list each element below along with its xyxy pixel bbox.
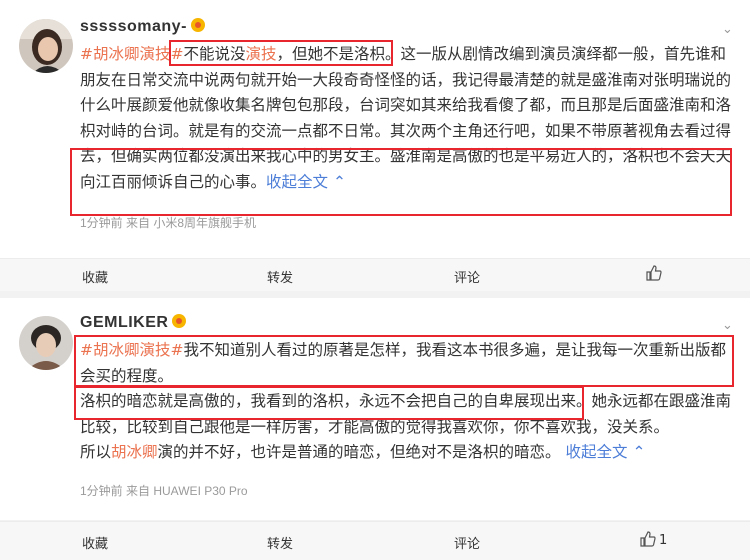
action-bar: 收藏 转发 评论 1 [0, 521, 750, 560]
repost-button[interactable]: 转发 [267, 533, 293, 552]
post-meta: 1分钟前 来自 小米8周年旗舰手机 [80, 216, 257, 230]
avatar[interactable] [19, 19, 73, 73]
topic-tag[interactable]: #胡冰卿演技# [80, 341, 183, 359]
comment-button[interactable]: 评论 [454, 533, 480, 552]
collect-button[interactable]: 收藏 [82, 533, 108, 552]
keyword-link[interactable]: 胡冰卿 [111, 443, 158, 461]
like-button[interactable] [646, 265, 662, 282]
thumbs-up-icon [640, 531, 656, 547]
action-bar: 收藏 转发 评论 [0, 258, 750, 291]
chevron-down-icon[interactable]: ⌄ [722, 22, 733, 37]
post-meta: 1分钟前 来自 HUAWEI P30 Pro [80, 484, 248, 498]
collapse-link[interactable]: 收起全文 ⌃ [266, 173, 346, 191]
avatar-photo [19, 19, 73, 73]
avatar[interactable] [19, 316, 73, 370]
chevron-up-icon: ⌃ [332, 172, 346, 191]
like-count: 1 [659, 533, 668, 548]
thumbs-up-icon [646, 265, 662, 281]
collapse-link[interactable]: 收起全文 ⌃ [565, 443, 645, 461]
weibo-post-1: sssssomany- ⌄ #胡冰卿演技#不能说没演技，但她不是洛枳。这一版从剧… [0, 0, 750, 258]
vip-badge-icon [190, 18, 205, 32]
post-text: #胡冰卿演技#我不知道别人看过的原著是怎样，我看这本书很多遍，是让我每一次重新出… [80, 341, 732, 461]
repost-button[interactable]: 转发 [267, 267, 293, 286]
collect-button[interactable]: 收藏 [82, 267, 108, 286]
avatar-photo [19, 316, 73, 370]
chevron-down-icon[interactable]: ⌄ [722, 318, 733, 333]
weibo-post-2: GEMLIKER ⌄ #胡冰卿演技#我不知道别人看过的原著是怎样，我看这本书很多… [0, 298, 750, 520]
topic-tag[interactable]: #胡冰卿演技# [80, 45, 183, 63]
like-button[interactable]: 1 [640, 531, 667, 548]
keyword-link[interactable]: 演技 [246, 45, 277, 63]
username[interactable]: sssssomany- [80, 18, 205, 36]
chevron-up-icon: ⌃ [632, 443, 646, 461]
vip-badge-icon [172, 314, 187, 328]
username[interactable]: GEMLIKER [80, 314, 187, 332]
post-text: #胡冰卿演技#不能说没演技，但她不是洛枳。这一版从剧情改编到演员演绎都一般，首先… [80, 45, 732, 191]
comment-button[interactable]: 评论 [454, 267, 480, 286]
